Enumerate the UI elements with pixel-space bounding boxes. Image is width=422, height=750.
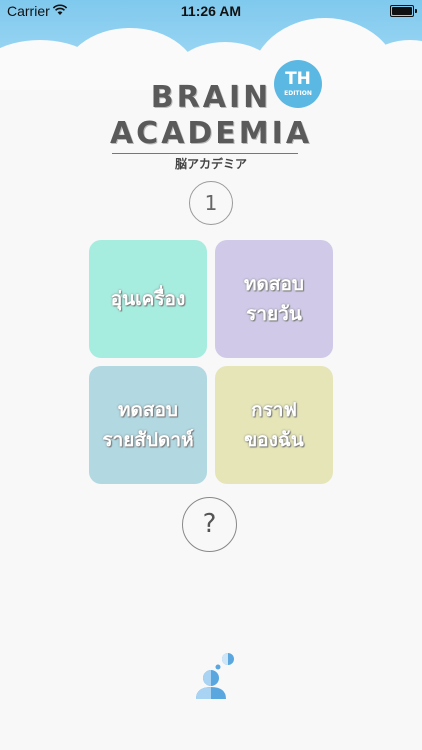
status-bar: Carrier 11:26 AM [0,0,422,22]
my-graph-button[interactable]: กราฟ ของฉัน [215,366,333,484]
weekly-test-button[interactable]: ทดสอบ รายสัปดาห์ [89,366,207,484]
weekly-test-label: ทดสอบ รายสัปดาห์ [102,399,194,451]
help-button[interactable]: ? [182,497,237,552]
app-title-line1: BRAIN [150,80,272,115]
warmup-label: อุ่นเครื่อง [110,288,186,310]
app-title-line2: ACADEMIA [109,116,313,151]
edition-badge: TH EDITION [274,60,322,108]
edition-badge-code: TH [285,69,311,89]
clock: 11:26 AM [180,3,242,19]
battery-icon [390,5,417,17]
app-subtitle: 脳アカデミア [174,157,247,171]
daily-test-label: ทดสอบ รายวัน [244,273,304,325]
edition-badge-label: EDITION [284,90,312,97]
daily-test-button[interactable]: ทดสอบ รายวัน [215,240,333,358]
my-graph-label: กราฟ ของฉัน [244,399,304,451]
brain-person-icon[interactable] [193,652,235,700]
level-indicator: 1 [189,181,233,225]
warmup-button[interactable]: อุ่นเครื่อง [89,240,207,358]
logo-divider [112,153,298,154]
